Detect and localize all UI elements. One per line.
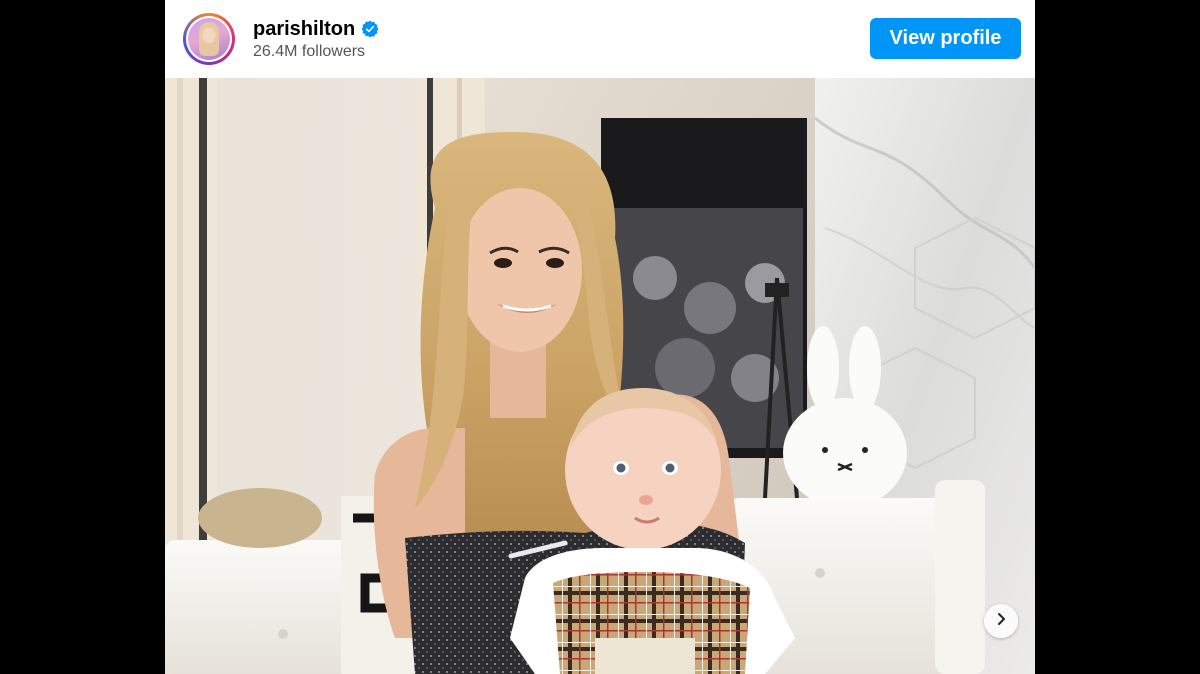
embed-header: parishilton 26.4M followers View profile: [165, 0, 1035, 78]
verified-badge-icon: [361, 20, 379, 38]
follower-count: 26.4M followers: [253, 43, 366, 60]
post-photo[interactable]: [165, 78, 1035, 674]
avatar-image: [188, 18, 230, 60]
username-row: parishilton: [253, 17, 379, 41]
photo-illustration: [165, 78, 1035, 674]
carousel-next-button[interactable]: [984, 604, 1018, 638]
instagram-embed: parishilton 26.4M followers View profile: [165, 0, 1035, 674]
profile-avatar[interactable]: [183, 13, 235, 65]
page: parishilton 26.4M followers View profile: [0, 0, 1200, 674]
avatar-face-shape: [203, 28, 215, 43]
username-link[interactable]: parishilton: [253, 18, 355, 41]
avatar-border: [186, 16, 232, 62]
chevron-right-icon: [994, 612, 1008, 631]
view-profile-button[interactable]: View profile: [870, 18, 1021, 59]
